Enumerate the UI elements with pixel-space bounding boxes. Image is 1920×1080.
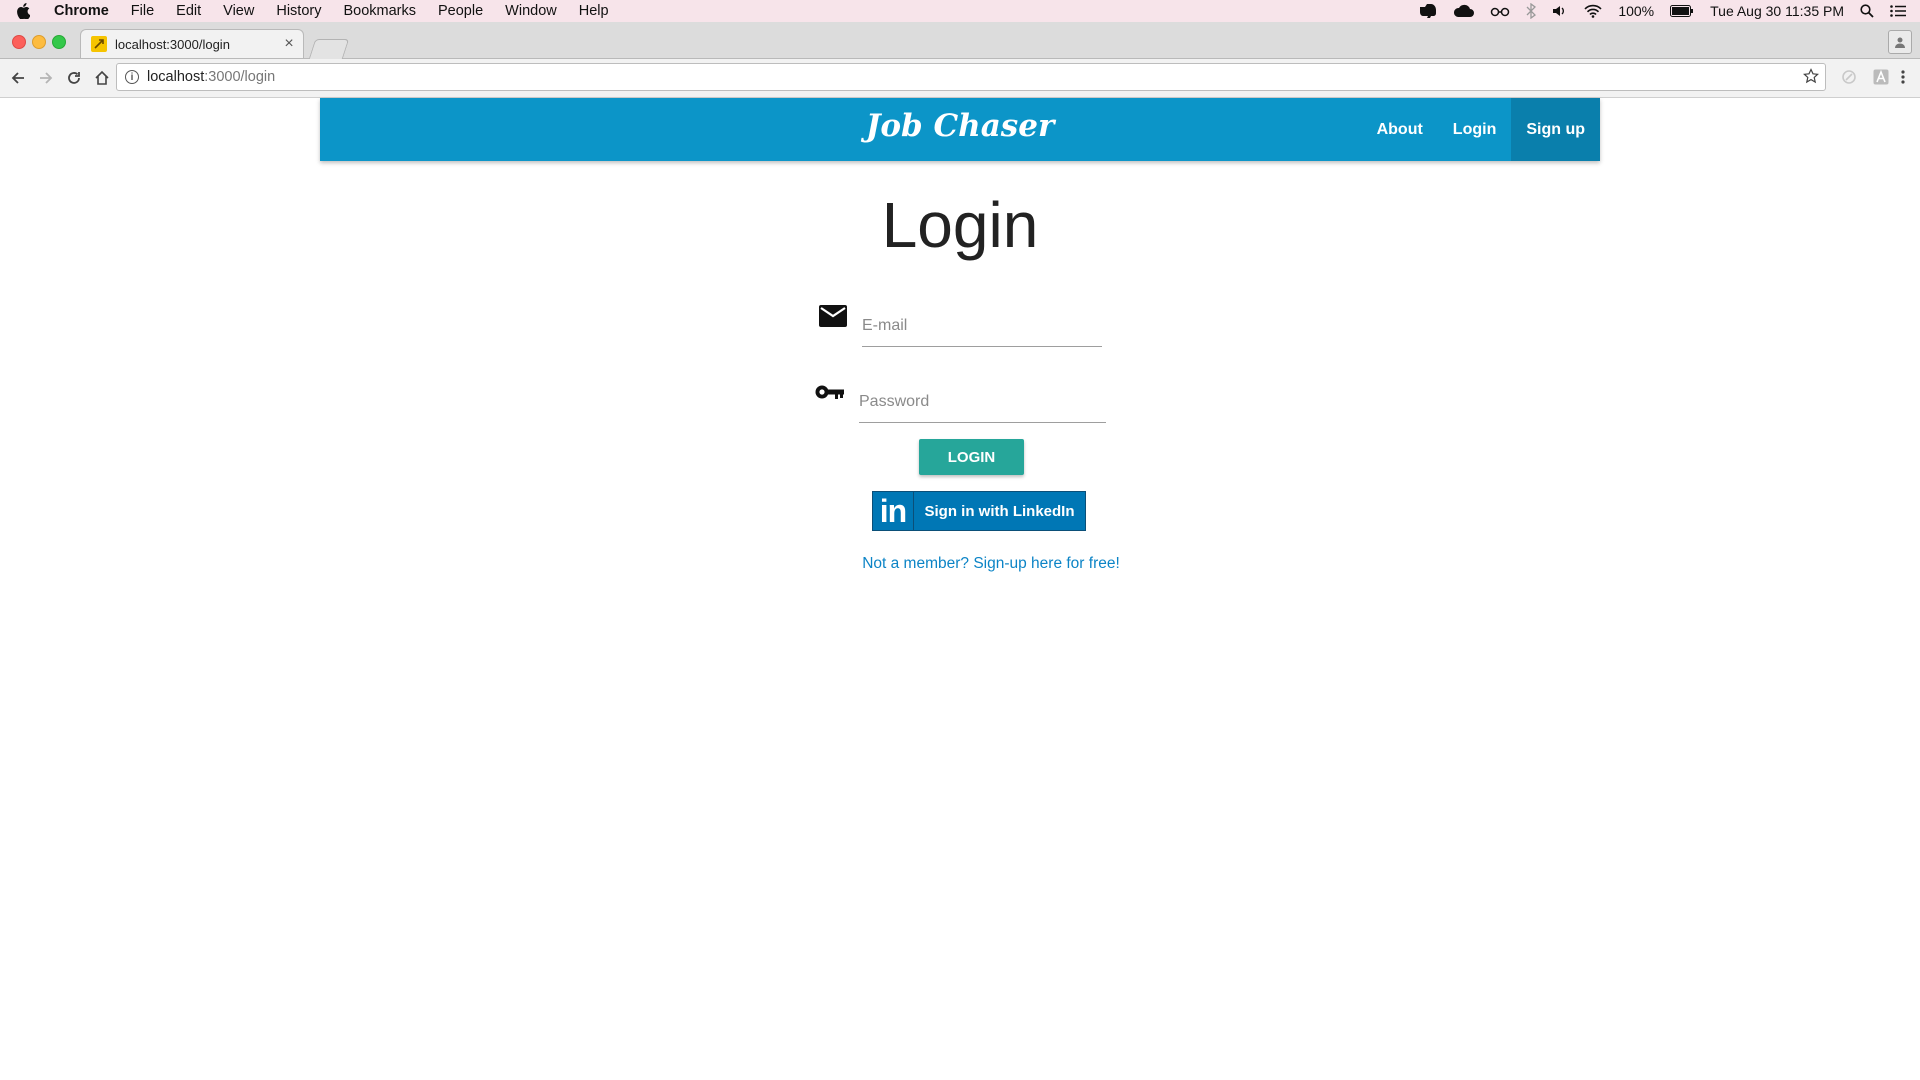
page-title: Login xyxy=(881,189,1039,261)
battery-percent[interactable]: 100% xyxy=(1618,3,1654,19)
tab-close-icon[interactable]: × xyxy=(279,35,299,53)
chrome-menu-icon[interactable] xyxy=(1894,68,1912,86)
forward-arrow-icon[interactable] xyxy=(36,68,56,88)
login-button[interactable]: LOGIN xyxy=(919,439,1024,475)
menubar-status-area: 100% Tue Aug 30 11:35 PM xyxy=(1418,0,1906,22)
site-favicon-icon xyxy=(91,36,107,52)
menu-window[interactable]: Window xyxy=(505,3,557,19)
volume-icon[interactable] xyxy=(1552,4,1568,18)
spotlight-search-icon[interactable] xyxy=(1860,4,1874,18)
extension-leaf-icon[interactable] xyxy=(1840,68,1858,86)
profile-icon[interactable] xyxy=(1888,30,1912,54)
clock[interactable]: Tue Aug 30 11:35 PM xyxy=(1710,3,1844,19)
window-minimize-button[interactable] xyxy=(32,35,46,49)
menu-edit[interactable]: Edit xyxy=(176,3,201,19)
back-arrow-icon[interactable] xyxy=(8,68,28,88)
menu-help[interactable]: Help xyxy=(579,3,609,19)
signup-link[interactable]: Not a member? Sign-up here for free! xyxy=(0,555,1920,573)
menu-people[interactable]: People xyxy=(438,3,483,19)
browser-tab-strip: localhost:3000/login × xyxy=(0,22,1920,59)
address-host: localhost xyxy=(147,69,205,85)
os-menubar: Chrome File Edit View History Bookmarks … xyxy=(0,0,1920,23)
bookmark-star-icon[interactable] xyxy=(1803,68,1819,88)
apple-icon[interactable] xyxy=(16,3,40,19)
extension-a-icon[interactable] xyxy=(1872,68,1890,86)
email-input[interactable] xyxy=(862,307,1102,345)
reload-icon[interactable] xyxy=(64,68,84,88)
home-icon[interactable] xyxy=(92,68,112,88)
menu-app-chrome[interactable]: Chrome xyxy=(54,3,109,19)
tab-title: localhost:3000/login xyxy=(115,36,230,52)
new-tab-button[interactable] xyxy=(308,39,350,59)
cloud-icon[interactable] xyxy=(1454,4,1475,18)
nav-link-login[interactable]: Login xyxy=(1438,98,1512,161)
notification-center-icon[interactable] xyxy=(1890,5,1906,17)
wifi-icon[interactable] xyxy=(1584,4,1602,18)
email-field[interactable] xyxy=(862,307,1102,347)
nav-links: About Login Sign up xyxy=(1362,98,1600,161)
address-bar[interactable]: i localhost :3000/login xyxy=(116,63,1826,91)
envelope-icon xyxy=(819,305,847,332)
linkedin-icon: in xyxy=(873,492,914,530)
menu-history[interactable]: History xyxy=(276,3,321,19)
password-input[interactable] xyxy=(859,383,1106,421)
nav-link-about[interactable]: About xyxy=(1362,98,1438,161)
nav-link-signup[interactable]: Sign up xyxy=(1511,98,1600,161)
window-zoom-button[interactable] xyxy=(52,35,66,49)
key-icon xyxy=(815,383,845,406)
site-navbar: Job Chaser About Login Sign up xyxy=(320,98,1600,161)
browser-tab-active[interactable]: localhost:3000/login × xyxy=(80,29,304,58)
evernote-icon[interactable] xyxy=(1418,3,1438,19)
password-field[interactable] xyxy=(859,383,1106,423)
site-info-icon[interactable]: i xyxy=(125,70,139,84)
address-path: :3000/login xyxy=(204,69,276,85)
glasses-icon[interactable] xyxy=(1490,5,1510,17)
menu-bookmarks[interactable]: Bookmarks xyxy=(343,3,416,19)
menu-view[interactable]: View xyxy=(223,3,254,19)
bluetooth-icon[interactable] xyxy=(1526,3,1537,19)
menu-file[interactable]: File xyxy=(131,3,154,19)
linkedin-signin-button[interactable]: in Sign in with LinkedIn xyxy=(872,491,1086,531)
battery-icon[interactable] xyxy=(1670,5,1694,17)
window-close-button[interactable] xyxy=(12,35,26,49)
linkedin-signin-label: Sign in with LinkedIn xyxy=(924,502,1075,520)
browser-toolbar: i localhost :3000/login xyxy=(0,59,1920,98)
